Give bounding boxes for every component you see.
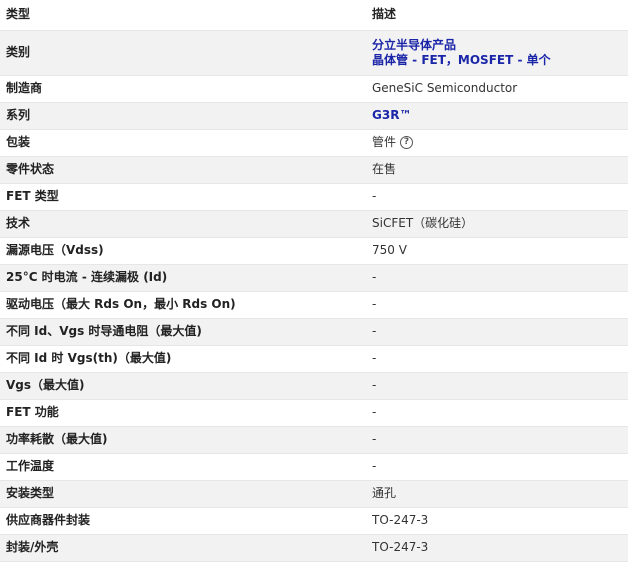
row-label: 制造商	[0, 75, 366, 103]
table-row-supplier-device-package: 供应商器件封装 TO-247-3	[0, 507, 628, 535]
row-label: 驱动电压（最大 Rds On，最小 Rds On)	[0, 291, 366, 319]
row-label: 系列	[0, 102, 366, 130]
table-row-mounting-type: 安装类型 通孔	[0, 480, 628, 508]
row-value: -	[366, 426, 628, 454]
table-row-rds-on: 不同 Id、Vgs 时导通电阻（最大值) -	[0, 318, 628, 346]
product-attributes-table: 类型 描述 类别 分立半导体产品 晶体管 - FET，MOSFET - 单个 制…	[0, 0, 628, 562]
row-value: 750 V	[366, 237, 628, 265]
row-value: TO-247-3	[366, 534, 628, 562]
table-row-vgs-th: 不同 Id 时 Vgs(th)（最大值) -	[0, 345, 628, 373]
table-row-operating-temperature: 工作温度 -	[0, 453, 628, 481]
row-value: -	[366, 183, 628, 211]
help-circle-icon[interactable]: ?	[400, 136, 414, 149]
row-value: TO-247-3	[366, 507, 628, 535]
table-row-continuous-drain-current: 25°C 时电流 - 连续漏极 (Id) -	[0, 264, 628, 292]
row-label: 不同 Id 时 Vgs(th)（最大值)	[0, 345, 366, 373]
header-type: 类型	[0, 0, 366, 31]
row-value: 通孔	[366, 480, 628, 508]
row-value: 管件?	[366, 129, 628, 157]
row-label: 功率耗散（最大值)	[0, 426, 366, 454]
row-label: 工作温度	[0, 453, 366, 481]
row-label: FET 功能	[0, 399, 366, 427]
row-value: -	[366, 291, 628, 319]
row-value: 在售	[366, 156, 628, 184]
row-value: GeneSiC Semiconductor	[366, 75, 628, 103]
table-row-vdss: 漏源电压（Vdss) 750 V	[0, 237, 628, 265]
row-value: SiCFET（碳化硅）	[366, 210, 628, 238]
table-row-technology: 技术 SiCFET（碳化硅）	[0, 210, 628, 238]
table-header-row: 类型 描述	[0, 0, 628, 31]
table-row-manufacturer: 制造商 GeneSiC Semiconductor	[0, 75, 628, 103]
row-label: 封装/外壳	[0, 534, 366, 562]
table-row-series: 系列 G3R™	[0, 102, 628, 130]
row-value: -	[366, 345, 628, 373]
table-row-part-status: 零件状态 在售	[0, 156, 628, 184]
row-label: 25°C 时电流 - 连续漏极 (Id)	[0, 264, 366, 292]
subcategory-link[interactable]: 晶体管 - FET，MOSFET - 单个	[372, 53, 628, 68]
row-label: FET 类型	[0, 183, 366, 211]
table-row-power-dissipation: 功率耗散（最大值) -	[0, 426, 628, 454]
row-label: 安装类型	[0, 480, 366, 508]
header-description: 描述	[366, 0, 628, 31]
table-row-drive-voltage: 驱动电压（最大 Rds On，最小 Rds On) -	[0, 291, 628, 319]
row-label: 包装	[0, 129, 366, 157]
table-row-category: 类别 分立半导体产品 晶体管 - FET，MOSFET - 单个	[0, 30, 628, 76]
row-label: 漏源电压（Vdss)	[0, 237, 366, 265]
table-row-package-case: 封装/外壳 TO-247-3	[0, 534, 628, 562]
table-row-fet-feature: FET 功能 -	[0, 399, 628, 427]
row-label: 技术	[0, 210, 366, 238]
packaging-value: 管件	[372, 135, 397, 149]
row-value: -	[366, 318, 628, 346]
table-row-fet-type: FET 类型 -	[0, 183, 628, 211]
row-label: 类别	[0, 30, 366, 76]
table-row-vgs-max: Vgs（最大值) -	[0, 372, 628, 400]
row-value: -	[366, 372, 628, 400]
row-label: 不同 Id、Vgs 时导通电阻（最大值)	[0, 318, 366, 346]
row-label: Vgs（最大值)	[0, 372, 366, 400]
series-link[interactable]: G3R™	[366, 102, 628, 130]
row-value: -	[366, 453, 628, 481]
category-link[interactable]: 分立半导体产品	[372, 38, 628, 53]
category-value: 分立半导体产品 晶体管 - FET，MOSFET - 单个	[366, 30, 628, 76]
row-value: -	[366, 399, 628, 427]
table-row-packaging: 包装 管件?	[0, 129, 628, 157]
row-label: 零件状态	[0, 156, 366, 184]
row-value: -	[366, 264, 628, 292]
row-label: 供应商器件封装	[0, 507, 366, 535]
